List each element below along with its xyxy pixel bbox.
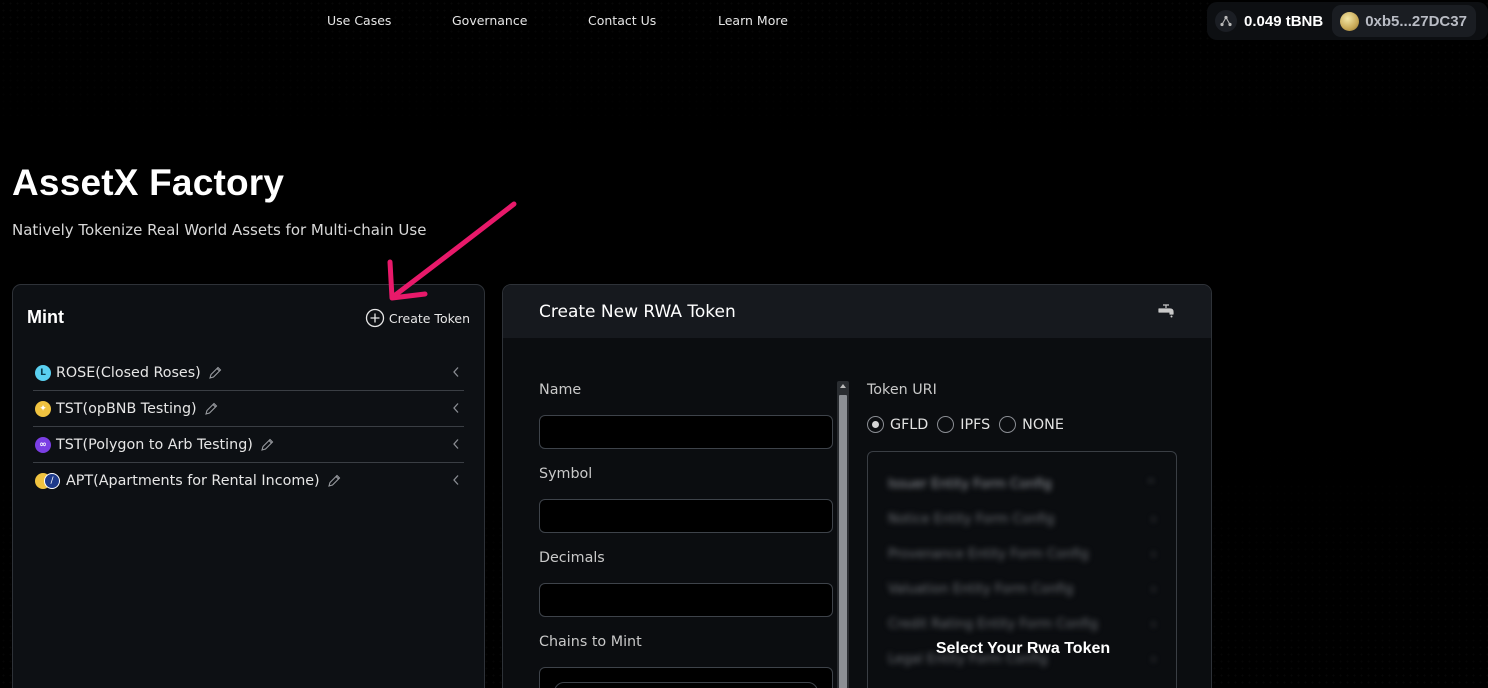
multichain-token-icon: / (35, 473, 63, 489)
token-list: L ROSE(Closed Roses) ✦ TST(opBNB Testing… (33, 355, 464, 499)
token-label: TST(Polygon to Arb Testing) (56, 436, 253, 453)
radio-label: IPFS (960, 416, 991, 433)
top-nav: Use Cases Governance Contact Us Learn Mo… (0, 13, 900, 31)
token-row[interactable]: / APT(Apartments for Rental Income) (33, 463, 464, 499)
radio-none[interactable]: NONE (999, 416, 1064, 433)
config-row: Notice Entity Form Config › (888, 511, 1156, 527)
faucet-icon[interactable] (1157, 303, 1175, 319)
decimals-input[interactable] (539, 583, 833, 617)
wallet-bar: 0.049 tBNB 0xb5...27DC37 (1207, 2, 1488, 40)
radio-label: NONE (1022, 416, 1064, 433)
network-balance-button[interactable]: 0.049 tBNB (1207, 6, 1332, 36)
radio-label: GFLD (890, 416, 929, 433)
nav-contact-us[interactable]: Contact Us (588, 13, 656, 28)
chains-select[interactable] (539, 667, 833, 688)
polygon-token-icon: ∞ (35, 436, 51, 453)
edit-pencil-icon[interactable] (326, 473, 342, 489)
name-label: Name (539, 382, 582, 398)
symbol-label: Symbol (539, 466, 593, 482)
create-rwa-panel: Create New RWA Token Name Symbol Decimal… (502, 284, 1212, 688)
radio-checked-icon (867, 416, 884, 433)
edit-pencil-icon[interactable] (259, 437, 275, 453)
nav-governance[interactable]: Governance (452, 13, 527, 28)
token-label: APT(Apartments for Rental Income) (66, 473, 320, 489)
scrollbar-thumb[interactable] (839, 395, 847, 688)
annotation-arrow-icon (387, 201, 517, 301)
plus-circle-icon (365, 308, 385, 328)
radio-gfld[interactable]: GFLD (867, 416, 928, 433)
balance-text: 0.049 tBNB (1244, 12, 1324, 30)
rwa-panel-header: Create New RWA Token (503, 285, 1211, 338)
rwa-panel-title: Create New RWA Token (539, 302, 736, 322)
account-avatar (1340, 11, 1360, 31)
radio-unchecked-icon (937, 416, 955, 433)
page-subtitle: Natively Tokenize Real World Assets for … (12, 221, 427, 239)
edit-pencil-icon[interactable] (203, 401, 219, 417)
config-row: Valuation Entity Form Config › (888, 581, 1156, 597)
page-title: AssetX Factory (12, 162, 285, 203)
select-token-message: Select Your Rwa Token (935, 640, 1111, 657)
entity-config-box: Issuer Entity Form Config ⌃ Notice Entity… (867, 451, 1177, 688)
chevron-left-icon[interactable] (452, 402, 460, 414)
chevron-left-icon[interactable] (452, 366, 460, 378)
decimals-label: Decimals (539, 550, 605, 566)
config-row: Issuer Entity Form Config ⌃ (888, 476, 1156, 492)
mint-heading: Mint (27, 307, 64, 327)
mint-panel: Mint Create Token L ROSE(Closed Roses) ✦… (12, 284, 485, 688)
create-token-label: Create Token (388, 310, 470, 326)
config-row: Credit Rating Entity Form Config › (888, 616, 1156, 632)
network-icon (1215, 10, 1237, 32)
chains-label: Chains to Mint (539, 634, 642, 650)
chevron-left-icon[interactable] (452, 474, 460, 486)
chevron-left-icon[interactable] (452, 438, 460, 450)
account-address: 0xb5...27DC37 (1365, 12, 1467, 30)
token-uri-options: GFLD IPFS NONE (867, 416, 1073, 433)
form-scrollbar[interactable] (837, 381, 849, 688)
token-row[interactable]: ✦ TST(opBNB Testing) (33, 391, 464, 427)
radio-unchecked-icon (999, 416, 1017, 433)
nav-learn-more[interactable]: Learn More (718, 13, 788, 28)
symbol-input[interactable] (539, 499, 833, 533)
create-token-button[interactable]: Create Token (365, 308, 470, 328)
config-row: Provenance Entity Form Config › (888, 546, 1156, 562)
edit-pencil-icon[interactable] (207, 365, 223, 381)
token-uri-label: Token URI (867, 382, 937, 398)
radio-ipfs[interactable]: IPFS (937, 416, 990, 433)
token-label: TST(opBNB Testing) (56, 400, 197, 417)
account-button[interactable]: 0xb5...27DC37 (1332, 5, 1476, 37)
token-row[interactable]: ∞ TST(Polygon to Arb Testing) (33, 427, 464, 463)
bnb-token-icon: ✦ (35, 400, 51, 417)
rose-token-icon: L (35, 364, 51, 381)
name-input[interactable] (539, 415, 833, 449)
nav-use-cases[interactable]: Use Cases (327, 13, 391, 28)
token-row[interactable]: L ROSE(Closed Roses) (33, 355, 464, 391)
token-label: ROSE(Closed Roses) (56, 364, 201, 381)
scroll-up-arrow-icon[interactable] (840, 384, 846, 388)
